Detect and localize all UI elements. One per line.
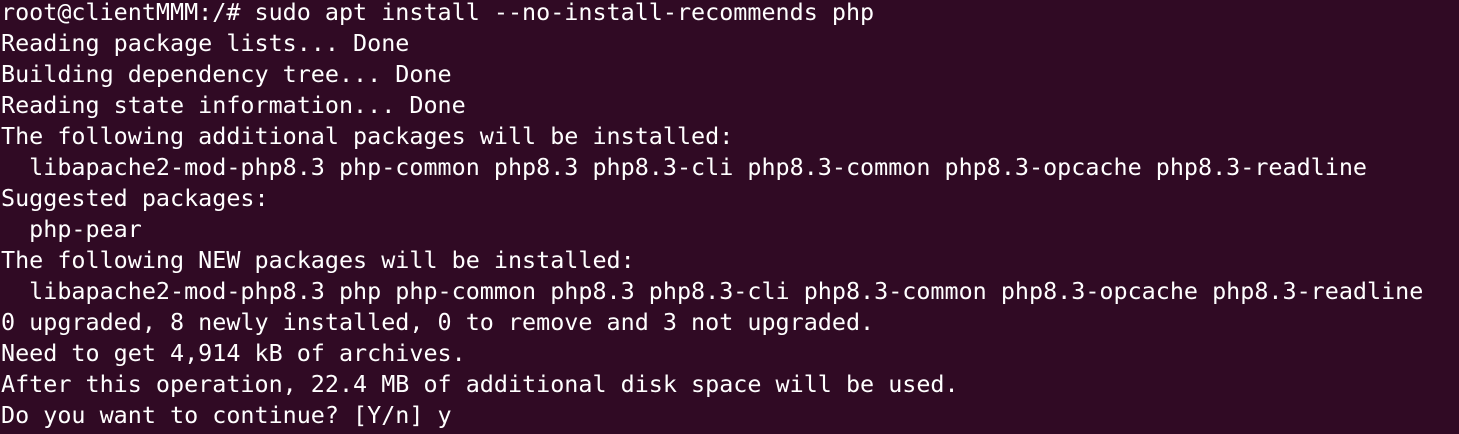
command-line: root@clientMMM:/# sudo apt install --no-… <box>1 0 875 26</box>
output-line: The following additional packages will b… <box>1 122 734 150</box>
output-line: libapache2-mod-php8.3 php php-common php… <box>1 277 1424 305</box>
terminal-window[interactable]: root@clientMMM:/# sudo apt install --no-… <box>0 0 1459 434</box>
output-line: Suggested packages: <box>1 184 269 212</box>
prompt-input-line[interactable]: Do you want to continue? [Y/n] y <box>1 400 1459 431</box>
output-line: Building dependency tree... Done <box>1 60 452 88</box>
output-line: After this operation, 22.4 MB of additio… <box>1 370 959 398</box>
output-line: Reading package lists... Done <box>1 29 410 57</box>
output-line: libapache2-mod-php8.3 php-common php8.3 … <box>1 153 1367 181</box>
output-line: php-pear <box>1 215 142 243</box>
output-line: Reading state information... Done <box>1 91 466 119</box>
output-line: The following NEW packages will be insta… <box>1 246 635 274</box>
output-line: Need to get 4,914 kB of archives. <box>1 339 466 367</box>
output-line: 0 upgraded, 8 newly installed, 0 to remo… <box>1 308 875 336</box>
